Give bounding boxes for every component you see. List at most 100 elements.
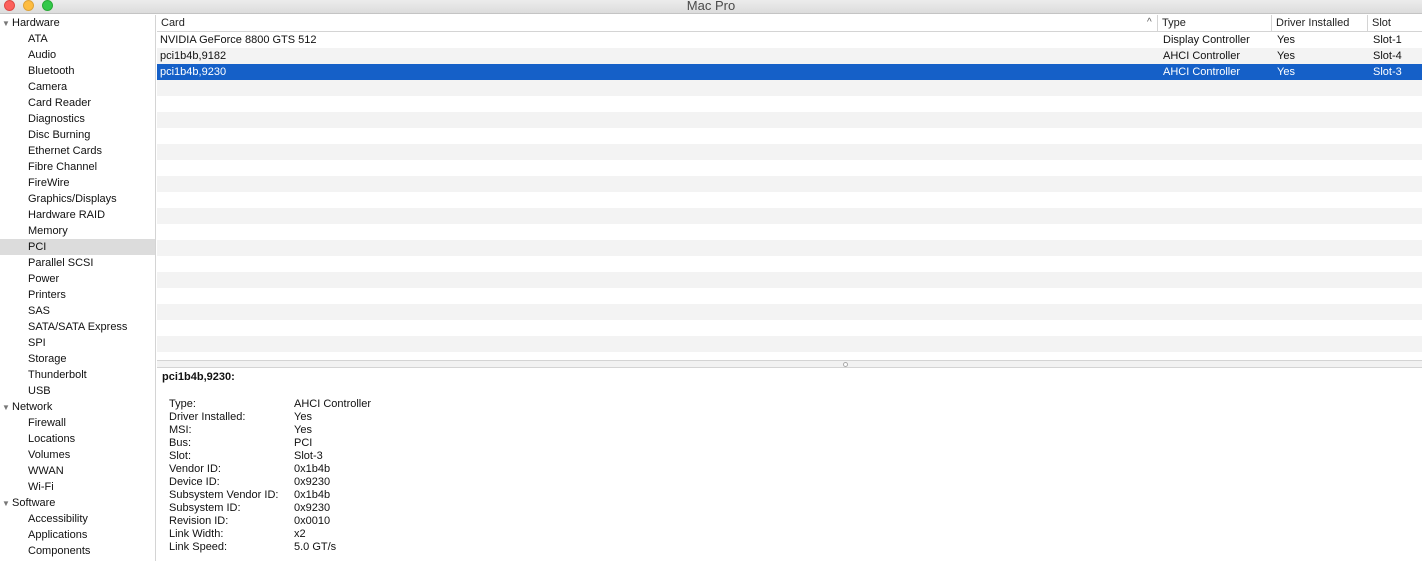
sidebar-item-wi-fi[interactable]: Wi-Fi [0,479,155,495]
empty-table-row [157,224,1422,240]
sidebar-group-network[interactable]: ▼ Network [0,399,155,415]
property-key: Link Speed: [169,541,228,553]
sidebar-item-bluetooth[interactable]: Bluetooth [0,63,155,79]
sidebar: ▼ Hardware ATA Audio Bluetooth Camera Card Rea… [0,15,156,561]
property-key: Slot: [169,450,192,462]
sort-ascending-icon: ^ [1147,17,1152,28]
sidebar-item-camera[interactable]: Camera [0,79,155,95]
property-key: Revision ID: [169,515,229,527]
empty-table-row [157,160,1422,176]
property-key: Type: [169,398,196,410]
property-value: PCI [294,437,313,449]
cell-type: AHCI Controller [1163,66,1241,78]
disclosure-triangle-icon[interactable]: ▼ [2,496,12,512]
property-value: Yes [294,424,312,436]
sidebar-item-applications[interactable]: Applications [0,527,155,543]
table-header: Card ^ Type Driver Installed Slot [157,15,1422,32]
sidebar-group-label: Network [12,401,53,413]
cell-card: pci1b4b,9230 [160,66,227,78]
column-header-type[interactable]: Type [1157,15,1186,31]
sidebar-item-thunderbolt[interactable]: Thunderbolt [0,367,155,383]
property-key: Bus: [169,437,192,449]
cell-driver-installed: Yes [1277,34,1295,46]
empty-table-row [157,176,1422,192]
sidebar-item-storage[interactable]: Storage [0,351,155,367]
property-row-bus: Bus: PCI [169,437,569,450]
empty-table-row [157,336,1422,352]
sidebar-item-ethernet-cards[interactable]: Ethernet Cards [0,143,155,159]
empty-table-row [157,112,1422,128]
sidebar-group-label: Hardware [12,17,60,29]
property-value: 0x1b4b [294,489,331,501]
sidebar-item-sata-sata-express[interactable]: SATA/SATA Express [0,319,155,335]
sidebar-item-accessibility[interactable]: Accessibility [0,511,155,527]
column-header-card[interactable]: Card [157,15,185,31]
sidebar-item-firewire[interactable]: FireWire [0,175,155,191]
property-value: 0x9230 [294,502,331,514]
sidebar-item-wwan[interactable]: WWAN [0,463,155,479]
empty-table-row [157,208,1422,224]
split-view-divider[interactable] [157,360,1422,368]
sidebar-item-pci[interactable]: PCI [0,239,155,255]
sidebar-item-disc-burning[interactable]: Disc Burning [0,127,155,143]
empty-table-row [157,128,1422,144]
table-row[interactable]: NVIDIA GeForce 8800 GTS 512 Display Contr… [157,32,1422,48]
column-header-slot[interactable]: Slot [1367,15,1391,31]
sidebar-item-fibre-channel[interactable]: Fibre Channel [0,159,155,175]
title-bar: Mac Pro [0,0,1422,14]
sidebar-item-power[interactable]: Power [0,271,155,287]
property-key: MSI: [169,424,192,436]
property-row-subsystem-vendor-id: Subsystem Vendor ID: 0x1b4b [169,489,569,502]
empty-table-row [157,144,1422,160]
sidebar-item-locations[interactable]: Locations [0,431,155,447]
property-key: Vendor ID: [169,463,221,475]
empty-table-row [157,272,1422,288]
detail-title: pci1b4b,9230: [162,371,235,383]
sidebar-item-firewall[interactable]: Firewall [0,415,155,431]
property-row-type: Type: AHCI Controller [169,398,569,411]
cell-card: NVIDIA GeForce 8800 GTS 512 [160,34,317,46]
property-row-driver-installed: Driver Installed: Yes [169,411,569,424]
property-row-subsystem-id: Subsystem ID: 0x9230 [169,502,569,515]
property-row-link-width: Link Width: x2 [169,528,569,541]
table-row[interactable]: pci1b4b,9230 AHCI Controller Yes Slot-3 [157,64,1422,80]
property-value: Yes [294,411,312,423]
sidebar-item-components[interactable]: Components [0,543,155,559]
table-body: NVIDIA GeForce 8800 GTS 512 Display Contr… [157,32,1422,352]
pci-device-table: Card ^ Type Driver Installed Slot NVIDIA… [157,15,1422,360]
column-header-driver-installed[interactable]: Driver Installed [1271,15,1349,31]
property-value: 5.0 GT/s [294,541,337,553]
sidebar-item-usb[interactable]: USB [0,383,155,399]
window-title: Mac Pro [686,0,736,13]
empty-table-row [157,192,1422,208]
sidebar-item-parallel-scsi[interactable]: Parallel SCSI [0,255,155,271]
sidebar-item-audio[interactable]: Audio [0,47,155,63]
detail-pane: pci1b4b,9230: Type: AHCI Controller Driver… [157,368,1422,561]
empty-table-row [157,288,1422,304]
cell-card: pci1b4b,9182 [160,50,227,62]
sidebar-item-hardware-raid[interactable]: Hardware RAID [0,207,155,223]
divider-handle-icon[interactable] [843,362,848,367]
sidebar-item-volumes[interactable]: Volumes [0,447,155,463]
sidebar-item-graphics-displays[interactable]: Graphics/Displays [0,191,155,207]
detail-properties: Type: AHCI Controller Driver Installed: Yes… [169,398,569,554]
property-row-revision-id: Revision ID: 0x0010 [169,515,569,528]
sidebar-item-memory[interactable]: Memory [0,223,155,239]
disclosure-triangle-icon[interactable]: ▼ [2,16,12,32]
property-row-device-id: Device ID: 0x9230 [169,476,569,489]
property-value: 0x1b4b [294,463,331,475]
sidebar-item-diagnostics[interactable]: Diagnostics [0,111,155,127]
sidebar-item-ata[interactable]: ATA [0,31,155,47]
table-row[interactable]: pci1b4b,9182 AHCI Controller Yes Slot-4 [157,48,1422,64]
property-key: Subsystem ID: [169,502,241,514]
sidebar-item-card-reader[interactable]: Card Reader [0,95,155,111]
sidebar-item-sas[interactable]: SAS [0,303,155,319]
cell-slot: Slot-4 [1373,50,1402,62]
disclosure-triangle-icon[interactable]: ▼ [2,400,12,416]
sidebar-item-spi[interactable]: SPI [0,335,155,351]
sidebar-item-printers[interactable]: Printers [0,287,155,303]
sidebar-group-hardware[interactable]: ▼ Hardware [0,15,155,31]
sidebar-group-software[interactable]: ▼ Software [0,495,155,511]
empty-table-row [157,256,1422,272]
property-value: x2 [294,528,306,540]
